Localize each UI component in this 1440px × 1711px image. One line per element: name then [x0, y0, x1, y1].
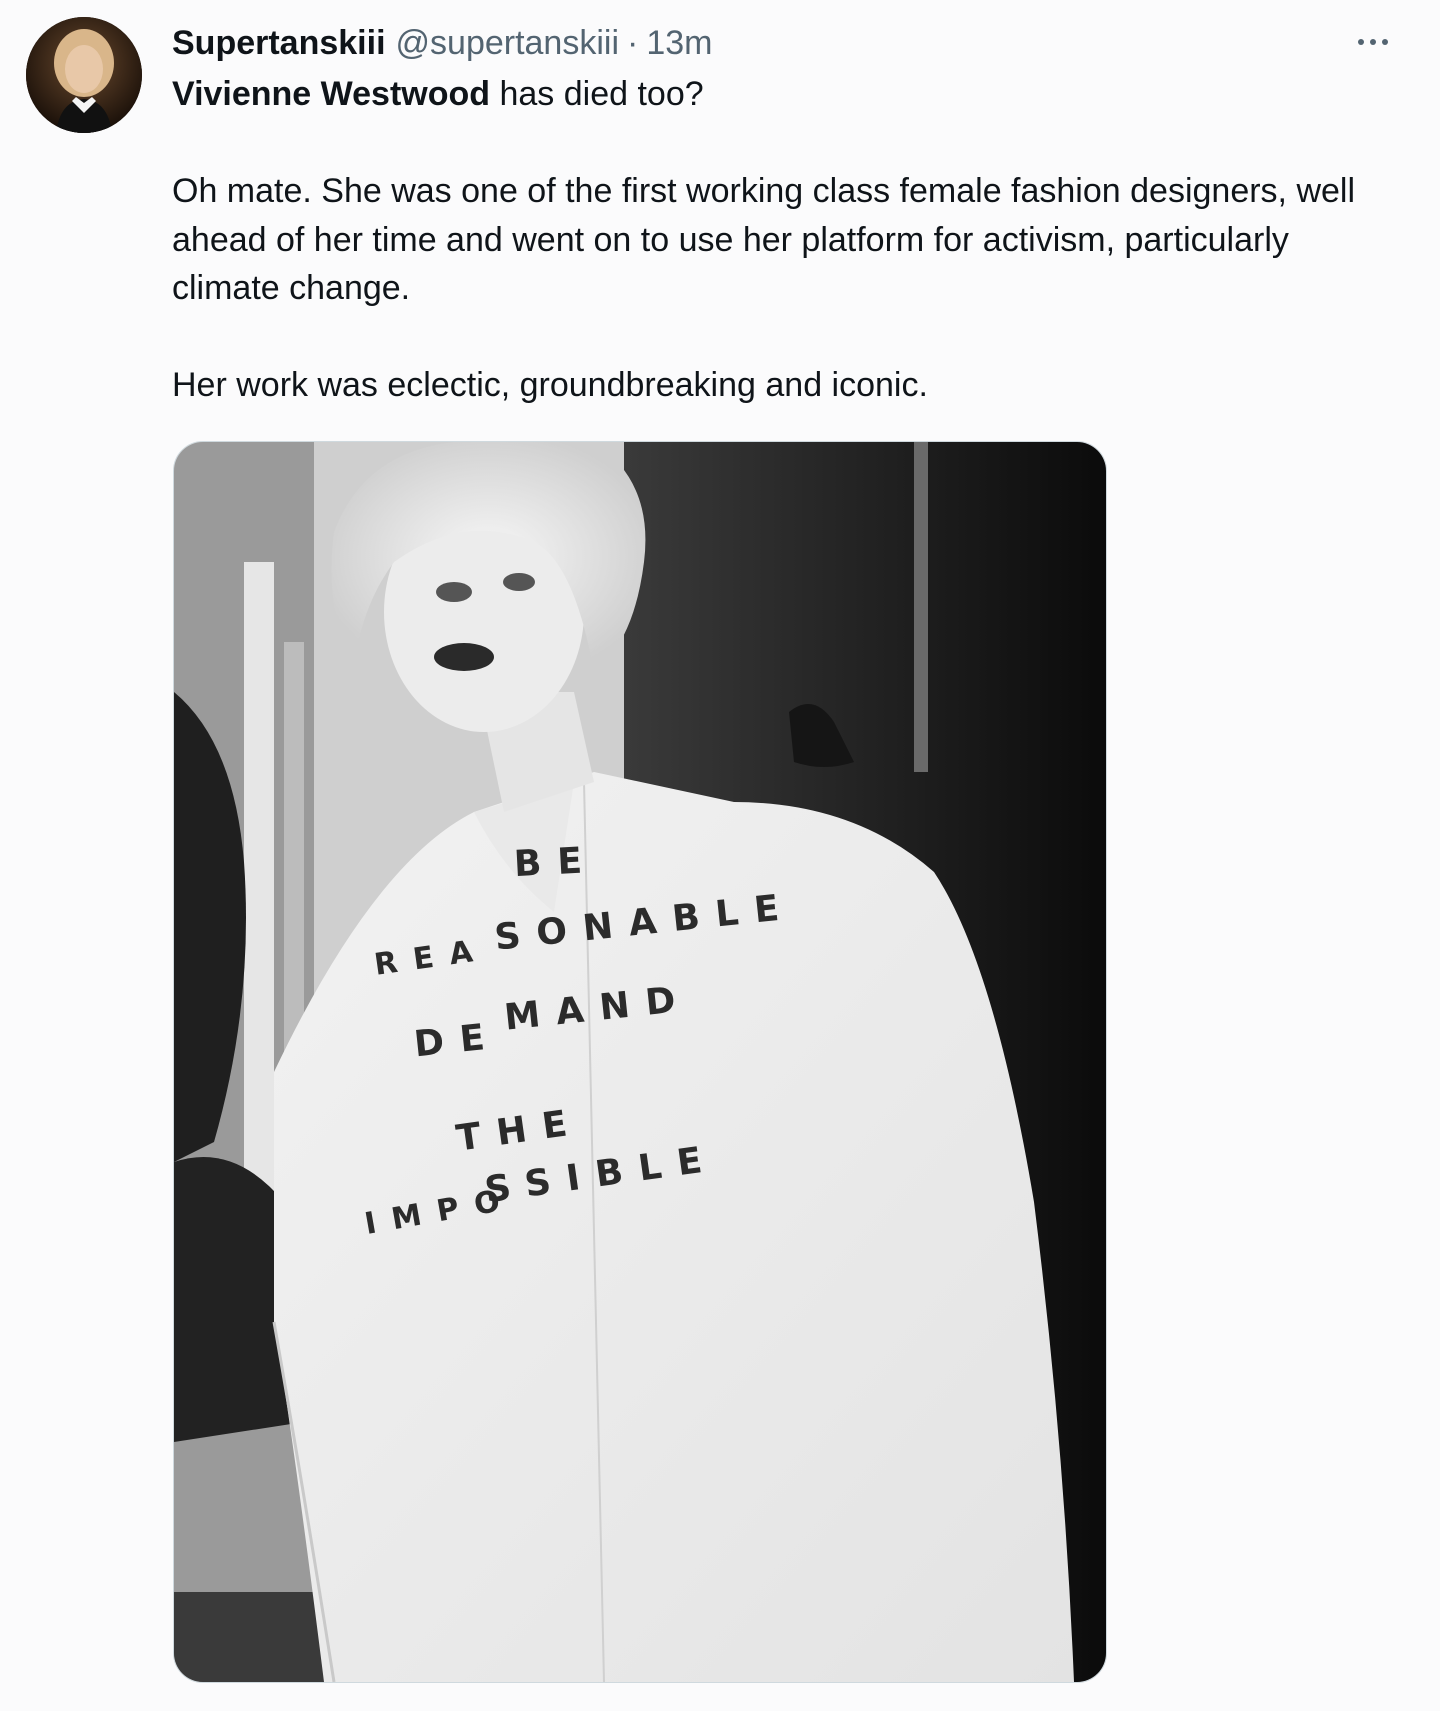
timestamp[interactable]: 13m	[646, 24, 712, 63]
tweet-card[interactable]: Supertanskiii @supertanskiii · 13m Vivie…	[0, 0, 1440, 1711]
avatar[interactable]	[26, 17, 142, 133]
user-handle[interactable]: @supertanskiii	[396, 24, 620, 63]
more-dot	[1370, 39, 1376, 45]
more-dot	[1358, 39, 1364, 45]
more-dot	[1382, 39, 1388, 45]
tweet-header: Supertanskiii @supertanskiii · 13m	[172, 18, 712, 68]
tweet-text: Vivienne Westwood has died too? Oh mate.…	[172, 70, 1402, 410]
more-horizontal-icon[interactable]	[1346, 22, 1400, 62]
separator-dot: ·	[627, 23, 639, 62]
bold-name: Vivienne Westwood	[172, 75, 491, 113]
tweet-line-1: Vivienne Westwood has died too?	[172, 70, 1402, 119]
display-name[interactable]: Supertanskiii	[172, 24, 386, 63]
tweet-paragraph-2: Oh mate. She was one of the first workin…	[172, 172, 1356, 307]
tweet-photo[interactable]: BE REA SONABLE DE MAND THE IMPO SSIBLE	[173, 441, 1107, 1683]
tweet-paragraph-3: Her work was eclectic, groundbreaking an…	[172, 366, 928, 404]
shirt-word: BE	[512, 839, 600, 886]
line1-rest: has died too?	[490, 75, 704, 113]
